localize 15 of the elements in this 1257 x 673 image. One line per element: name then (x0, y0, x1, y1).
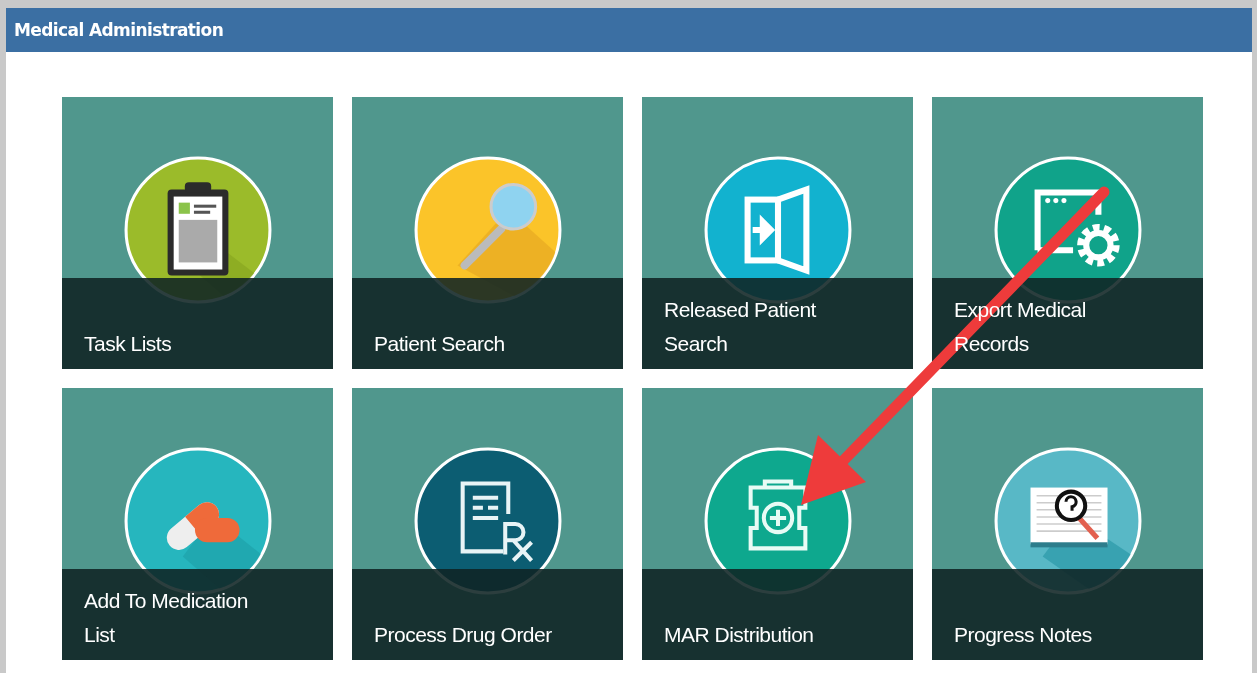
tile-label: Patient Search (374, 331, 505, 357)
window-title: Medical Administration (14, 20, 224, 40)
tile-label: Process Drug Order (374, 622, 552, 648)
tile-label: Add To Medication List (84, 588, 249, 648)
tile-label: MAR Distribution (664, 622, 814, 648)
tile-button[interactable]: Released Patient Search (642, 97, 913, 369)
tile-button[interactable]: Patient Search (352, 97, 623, 369)
tile-button[interactable]: Process Drug Order (352, 388, 623, 660)
tile-button[interactable]: Task Lists (62, 97, 333, 369)
tile-label: Progress Notes (954, 622, 1092, 648)
tile-button[interactable]: Progress Notes (932, 388, 1203, 660)
tile-label: Task Lists (84, 331, 172, 357)
tile-label: Released Patient Search (664, 297, 817, 357)
tile-button[interactable]: MAR Distribution (642, 388, 913, 660)
tile-button[interactable]: Add To Medication List (62, 388, 333, 660)
